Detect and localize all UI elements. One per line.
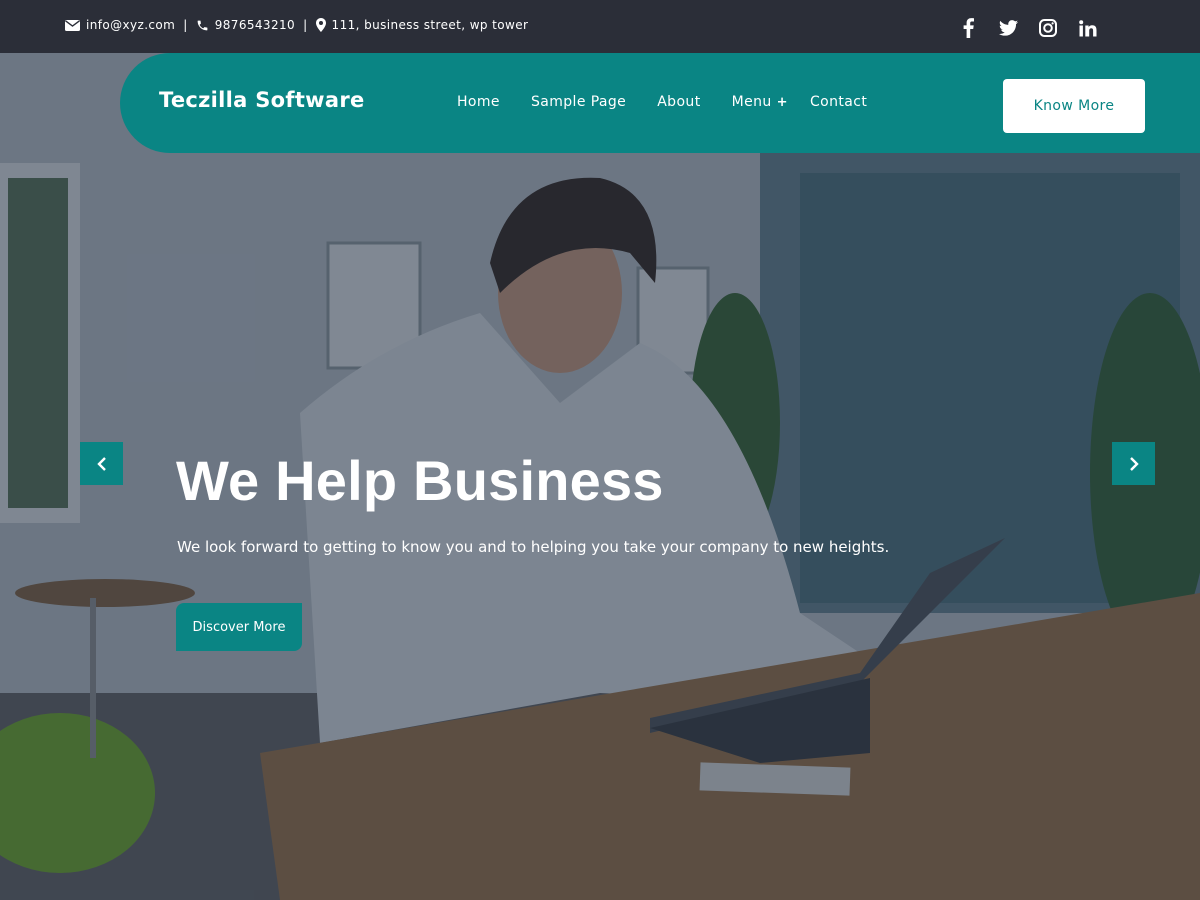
slider-prev-button[interactable]: [80, 442, 123, 485]
twitter-link[interactable]: [996, 16, 1020, 40]
social-links: [940, 16, 1100, 40]
address-text: 111, business street, wp tower: [331, 18, 529, 32]
phone-text: 9876543210: [214, 18, 296, 32]
hero-title: We Help Business: [176, 449, 664, 512]
separator: |: [303, 18, 308, 32]
primary-menu: Home Sample Page About Menu + Contact: [457, 94, 898, 110]
linkedin-icon: [1079, 19, 1097, 36]
contact-email[interactable]: info@xyz.com: [65, 18, 175, 32]
hero-subtitle: We look forward to getting to know you a…: [177, 538, 890, 556]
nav-item-menu-label: Menu: [731, 94, 772, 110]
nav-item-home[interactable]: Home: [457, 94, 500, 110]
contact-info: info@xyz.com | 9876543210 | 111, busines…: [65, 18, 528, 32]
site-logo[interactable]: Teczilla Software: [159, 88, 365, 112]
instagram-icon: [1039, 19, 1057, 37]
linkedin-link[interactable]: [1076, 16, 1100, 40]
contact-phone[interactable]: 9876543210: [196, 18, 295, 32]
facebook-icon: [963, 18, 974, 38]
email-text: info@xyz.com: [86, 18, 176, 32]
twitter-icon: [998, 20, 1018, 36]
separator: |: [183, 18, 188, 32]
instagram-link[interactable]: [1036, 16, 1060, 40]
know-more-button[interactable]: Know More: [1003, 79, 1145, 133]
slider-next-button[interactable]: [1112, 442, 1155, 485]
nav-item-about[interactable]: About: [657, 94, 700, 110]
discover-more-button[interactable]: Discover More: [176, 603, 302, 651]
plus-icon[interactable]: +: [777, 95, 788, 110]
chevron-right-icon: [1129, 456, 1139, 471]
phone-icon: [197, 20, 208, 30]
facebook-link[interactable]: [956, 16, 980, 40]
nav-item-contact[interactable]: Contact: [810, 94, 867, 110]
main-navbar: Teczilla Software Home Sample Page About…: [120, 53, 1200, 153]
nav-item-sample-page[interactable]: Sample Page: [531, 94, 626, 110]
envelope-icon: [65, 19, 80, 31]
nav-item-menu[interactable]: Menu +: [732, 94, 788, 110]
chevron-left-icon: [96, 456, 106, 471]
contact-address: 111, business street, wp tower: [315, 18, 529, 32]
top-bar: info@xyz.com | 9876543210 | 111, busines…: [0, 0, 1200, 53]
map-pin-icon: [315, 18, 326, 32]
